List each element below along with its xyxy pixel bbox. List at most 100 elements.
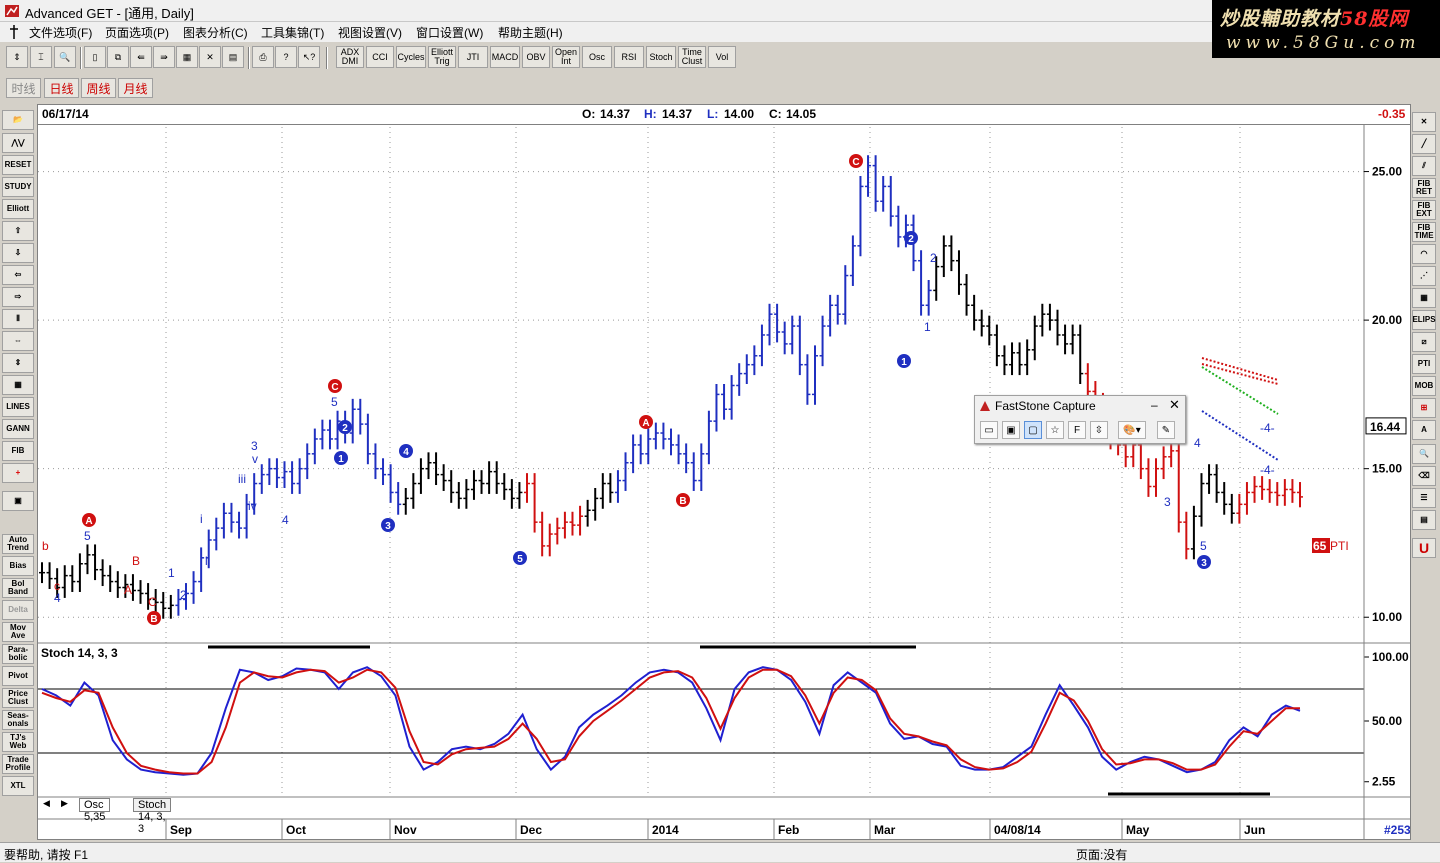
tab-osc[interactable]: Osc 5,35 [79,798,111,823]
arrow-right-icon[interactable]: ⇨ [2,287,34,307]
print-icon[interactable]: ⎙ [252,46,274,68]
eraser-icon[interactable]: ⌫ [1412,466,1436,486]
copy-icon[interactable]: ⧉ [107,46,129,68]
open-folder-icon[interactable]: 📂 [2,110,34,130]
arrow-down-icon[interactable]: ⇩ [2,243,34,263]
elliott-trig-button[interactable]: Elliott Trig [428,46,456,68]
magnify-icon[interactable]: 🔍 [1412,444,1436,464]
fib-time-button[interactable]: FIB TIME [1412,222,1436,242]
bias-button[interactable]: Bias [2,556,34,576]
open-int-button[interactable]: Open Int [552,46,580,68]
study-button[interactable]: STUDY [2,177,34,197]
reset-button[interactable]: RESET [2,155,34,175]
bars-icon[interactable]: ⫴ [2,309,34,329]
time-clust-button[interactable]: Time Clust [678,46,706,68]
target-icon[interactable]: ⊞ [1412,398,1436,418]
grid-icon[interactable]: ▦ [176,46,198,68]
back-icon[interactable]: ⇚ [130,46,152,68]
arc-icon[interactable]: ◠ [1412,244,1436,264]
fan-icon[interactable]: ⋰ [1412,266,1436,286]
stoch-button[interactable]: Stoch [646,46,676,68]
tab-hourly[interactable]: 时线 [6,78,41,98]
tab-monthly[interactable]: 月线 [118,78,153,98]
lines-button[interactable]: LINES [2,397,34,417]
xtl-button[interactable]: XTL [2,776,34,796]
layout-icon[interactable]: ▤ [222,46,244,68]
tab-stoch[interactable]: Stoch 14, 3, 3 [133,798,172,835]
arrow-up-icon[interactable]: ⇧ [2,221,34,241]
forward-icon[interactable]: ⇛ [153,46,175,68]
elliott-button[interactable]: Elliott [2,199,34,219]
minimize-icon[interactable]: – [1151,398,1158,412]
elips-button[interactable]: ELIPS [1412,310,1436,330]
grid-lines-icon[interactable]: ▦ [1412,288,1436,308]
menu-window[interactable]: 窗口设置(W) [416,24,483,41]
layers-icon[interactable]: ▣ [2,491,34,511]
gann-button[interactable]: GANN [2,419,34,439]
menu-help[interactable]: 帮助主题(H) [498,24,563,41]
mov-ave-button[interactable]: Mov Ave [2,622,34,642]
notes-icon[interactable]: ▤ [1412,510,1436,530]
macd-button[interactable]: MACD [490,46,520,68]
menu-tools[interactable]: 工具集锦(T) [261,24,324,41]
parabolic-button[interactable]: Para-bolic [2,644,34,664]
channel-icon[interactable]: ⧄ [1412,332,1436,352]
help-icon[interactable]: ? [275,46,297,68]
parallel-lines-icon[interactable]: ⫽ [1412,156,1436,176]
cancel-icon[interactable]: ✕ [199,46,221,68]
table-icon[interactable]: ▦ [2,375,34,395]
pivot-button[interactable]: Pivot [2,666,34,686]
list-icon[interactable]: ☰ [1412,488,1436,508]
u-tool-icon[interactable]: U [1412,538,1436,558]
wave-icon[interactable]: ⋀⋁ [2,133,34,153]
zoom-icon[interactable]: 🔍 [54,46,76,68]
pti-button[interactable]: PTI [1412,354,1436,374]
new-icon[interactable]: ▯ [84,46,106,68]
cycles-button[interactable]: Cycles [396,46,426,68]
mob-button[interactable]: MOB [1412,376,1436,396]
text-icon[interactable]: A [1412,420,1436,440]
capture-object-icon[interactable]: ▣ [1002,421,1020,439]
cross-icon[interactable]: + [2,463,34,483]
fib-button[interactable]: FIB [2,441,34,461]
arrow-left-icon[interactable]: ⇦ [2,265,34,285]
menu-view[interactable]: 视图设置(V) [338,24,402,41]
tab-weekly[interactable]: 周线 [81,78,116,98]
capture-window-icon[interactable]: ▭ [980,421,998,439]
price-chart[interactable]: ABC21435ABC213bc45BAC12iiiiiiiv3v4521345… [38,105,1410,839]
fib-ret-button[interactable]: FIB RET [1412,178,1436,198]
cci-button[interactable]: CCI [366,46,394,68]
capture-freehand-icon[interactable]: ☆ [1046,421,1064,439]
expand-icon[interactable]: ⇕ [2,353,34,373]
close-icon[interactable]: ✕ [1169,397,1180,413]
adx-dmi-button[interactable]: ADX DMI [336,46,364,68]
capture-scroll-icon[interactable]: ⇳ [1090,421,1108,439]
settings-palette-icon[interactable]: 🎨▾ [1118,421,1146,439]
jti-button[interactable]: JTI [458,46,488,68]
compress-icon[interactable]: ⇔ [2,331,34,351]
capture-fullscreen-icon[interactable]: F [1068,421,1086,439]
capture-region-icon[interactable]: ▢ [1024,421,1042,439]
crosshair-icon[interactable]: ⌶ [30,46,52,68]
tjs-web-button[interactable]: TJ's Web [2,732,34,752]
fib-ext-button[interactable]: FIB EXT [1412,200,1436,220]
trade-profile-button[interactable]: Trade Profile [2,754,34,774]
vol-button[interactable]: Vol [708,46,736,68]
osc-button[interactable]: Osc [582,46,612,68]
pointer-icon[interactable]: ⇕ [6,46,28,68]
delta-button[interactable]: Delta [2,600,34,620]
auto-trend-button[interactable]: Auto Trend [2,534,34,554]
tab-scroll-left-icon[interactable]: ◀ [43,798,50,809]
close-study-icon[interactable]: ✕ [1412,112,1436,132]
menu-file[interactable]: 文件选项(F) [29,24,92,41]
price-clust-button[interactable]: Price Clust [2,688,34,708]
seasonals-button[interactable]: Seas-onals [2,710,34,730]
menu-page[interactable]: 页面选项(P) [105,24,169,41]
tab-scroll-right-icon[interactable]: ▶ [61,798,68,809]
tab-daily[interactable]: 日线 [44,78,79,98]
menu-chart-analysis[interactable]: 图表分析(C) [183,24,248,41]
trend-line-icon[interactable]: ╱ [1412,134,1436,154]
rsi-button[interactable]: RSI [614,46,644,68]
obv-button[interactable]: OBV [522,46,550,68]
context-help-icon[interactable]: ↖? [298,46,320,68]
